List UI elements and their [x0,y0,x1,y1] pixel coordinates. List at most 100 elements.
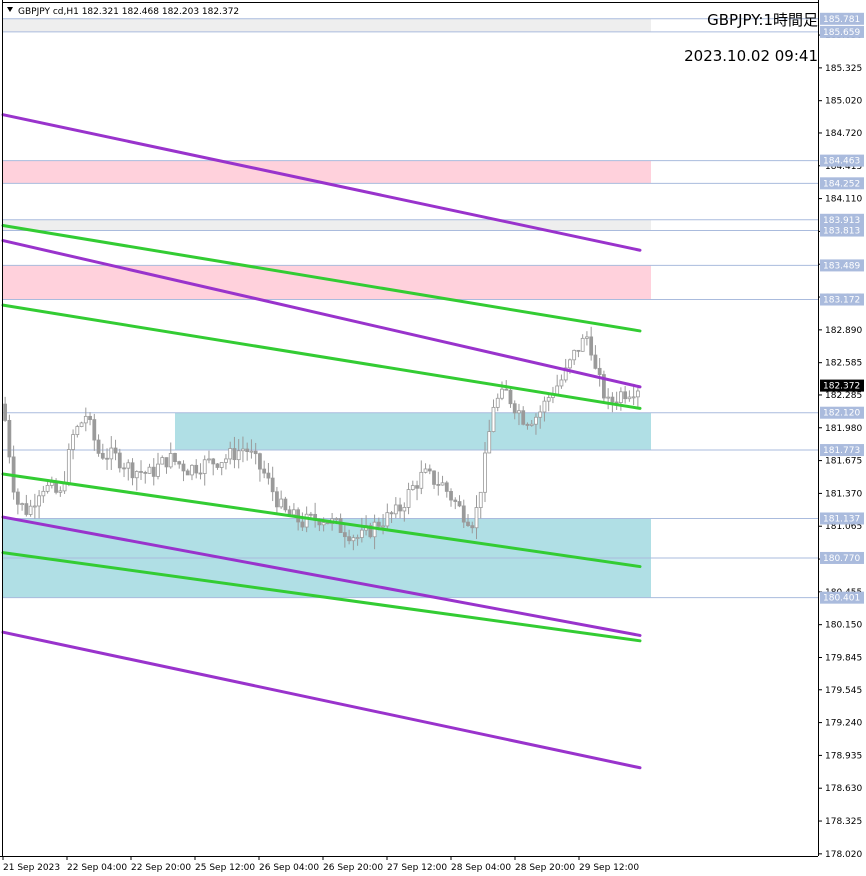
candle-body [168,453,173,468]
zone-4 [174,412,652,451]
level-label: 183.813 [823,227,860,237]
candle-body [308,513,313,516]
candle-body [393,504,398,515]
candle-body [525,423,530,426]
candle-body [173,453,177,462]
candle-body [190,464,194,476]
candle-body [28,505,33,515]
candle-body [576,349,581,352]
price-tick-label: 184.110 [825,195,862,205]
candle-body [211,458,216,465]
candle-body [75,426,80,436]
time-tick-label: 22 Sep 04:00 [67,863,127,873]
candle-body [122,467,126,470]
level-label: 180.401 [823,594,860,604]
candle-body [219,462,224,468]
candle-body [529,423,534,426]
candle-body [304,513,309,528]
candle-body [606,396,611,399]
candle-body [32,505,37,508]
level-label: 182.120 [823,409,860,419]
candle-body [181,463,186,472]
candle-body [292,509,296,516]
level-label: 184.463 [823,157,860,167]
time-tick-label: 22 Sep 20:00 [131,863,191,873]
candle-body [512,403,517,414]
candle-body [631,396,636,399]
price-tick-label: 182.585 [825,359,862,369]
chart-root: 185.630185.325185.020184.720184.415184.1… [0,0,866,876]
candle-body [236,450,241,461]
candle-body [376,521,381,527]
price-tick-label: 182.285 [825,391,862,401]
time-tick-label: 27 Sep 12:00 [387,863,447,873]
candle-body [534,416,538,425]
candle-body [41,490,46,497]
candle-body [381,525,385,528]
candle-body [347,536,351,542]
candle-body [410,485,415,490]
candle-body [436,484,441,486]
price-tick-label: 178.630 [825,784,862,794]
candle-body [83,415,88,424]
candle-body [215,463,220,468]
price-tick-label: 181.980 [825,424,862,434]
candle-body [198,472,203,475]
time-tick-label: 28 Sep 04:00 [451,863,511,873]
price-tick-label: 184.720 [825,129,862,139]
candle-body [610,396,615,403]
candle-body [262,468,267,474]
candle-body [202,459,207,474]
candle-body [627,396,632,400]
candle-body [521,410,526,425]
candle-body [559,379,564,387]
candle-body [491,406,496,432]
level-label: 180.770 [823,554,860,564]
candle-body [355,537,360,539]
candle-body [156,463,160,477]
price-chart[interactable]: 185.630185.325185.020184.720184.415184.1… [0,0,866,876]
candle-body [453,499,458,502]
candle-body [117,452,122,469]
chart-datetime: 2023.10.02 09:41 [684,47,818,65]
zone-1 [3,160,651,184]
candle-body [466,521,470,527]
candle-body [508,389,513,405]
candle-body [185,470,190,476]
price-tick-label: 178.935 [825,751,862,761]
candle-body [3,403,8,421]
candle-body [92,419,97,441]
candle-body [88,415,92,420]
candle-body [54,482,58,493]
candle-body [71,434,75,450]
candle-body [487,431,492,454]
candle-body [572,349,577,361]
level-label: 183.913 [823,216,860,226]
zone-3 [3,265,651,300]
candle-body [542,400,547,413]
time-tick-label: 26 Sep 04:00 [259,863,319,873]
candle-body [66,449,71,484]
candle-body [585,336,589,339]
candle-body [321,522,326,526]
candle-body [194,464,199,474]
candle-body [147,466,152,474]
time-tick-label: 28 Sep 20:00 [515,863,575,873]
price-tick-label: 185.325 [825,64,862,74]
candle-body [385,512,390,527]
price-tick-label: 178.020 [825,850,862,860]
candle-body [538,411,543,418]
candle-body [415,485,419,489]
candle-body [113,447,118,454]
candle-body [457,501,462,507]
candle-body [500,388,504,399]
candle-body [139,471,143,473]
candle-body [126,462,131,469]
candle-body [20,503,24,506]
candle-body [546,397,551,402]
candle-body [232,448,237,461]
time-tick-label: 29 Sep 12:00 [579,863,639,873]
price-tick-label: 185.020 [825,97,862,107]
candle-body [164,457,169,468]
candle-body [444,482,449,492]
